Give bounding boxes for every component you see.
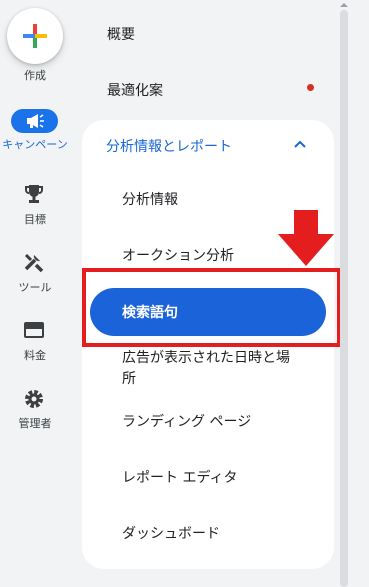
- campaigns-label: キャンペーン: [2, 138, 68, 151]
- nav-item-when-ads-showed[interactable]: 広告が表示された日時と場: [122, 348, 290, 369]
- scrollbar[interactable]: [340, 10, 348, 587]
- nav-item-report-editor[interactable]: レポート エディタ: [122, 468, 237, 489]
- nav-item-when-ads-showed-cont[interactable]: 所: [122, 369, 136, 390]
- billing-label: 料金: [24, 349, 46, 362]
- billing-nav-button[interactable]: [23, 320, 45, 344]
- create-button[interactable]: [7, 8, 63, 64]
- tools-label: ツール: [18, 281, 52, 294]
- credit-card-icon: [24, 322, 44, 338]
- nav-item-landing-pages[interactable]: ランディング ページ: [122, 412, 251, 433]
- tools-nav-button[interactable]: [23, 252, 45, 278]
- notification-dot: [307, 84, 314, 91]
- scroll-up-icon[interactable]: [339, 0, 349, 10]
- nav-item-recommendations[interactable]: 最適化案: [107, 80, 163, 100]
- megaphone-icon: [27, 114, 44, 128]
- nav-item-auction-insights[interactable]: オークション分析: [122, 246, 234, 267]
- nav-item-overview[interactable]: 概要: [107, 24, 135, 44]
- goals-label: 目標: [24, 213, 46, 226]
- trophy-icon: [25, 185, 43, 203]
- admin-nav-button[interactable]: [23, 388, 45, 414]
- section-header-insights-reports[interactable]: 分析情報とレポート: [106, 136, 232, 156]
- down-arrow-icon: [278, 210, 334, 266]
- campaigns-nav-button[interactable]: [11, 109, 58, 133]
- chevron-up-icon[interactable]: [292, 136, 308, 152]
- goals-nav-button[interactable]: [23, 183, 45, 209]
- highlight-box: [82, 268, 341, 347]
- create-label: 作成: [24, 69, 46, 82]
- admin-label: 管理者: [18, 417, 52, 430]
- nav-item-insights[interactable]: 分析情報: [122, 190, 178, 211]
- gear-icon: [25, 390, 43, 408]
- plus-icon: [23, 24, 47, 48]
- tools-icon: [24, 253, 44, 273]
- nav-item-dashboards[interactable]: ダッシュボード: [122, 524, 220, 545]
- left-rail: 作成 キャンペーン 目標 ツール 料金 管理者: [0, 0, 70, 587]
